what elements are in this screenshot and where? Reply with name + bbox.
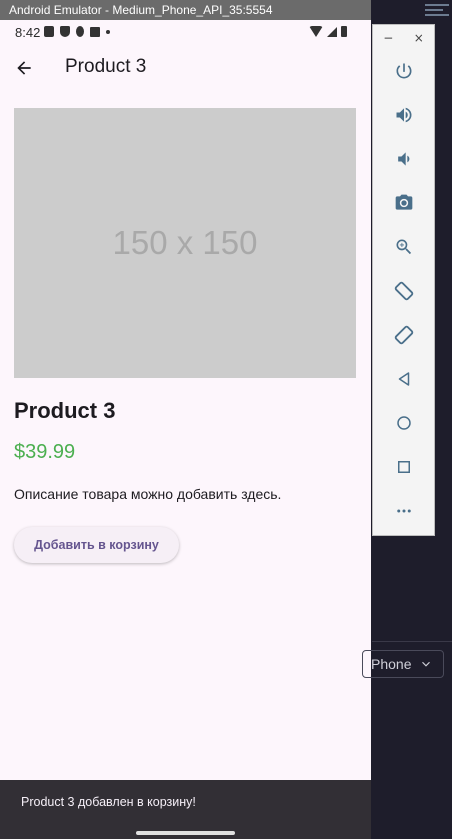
status-time: 8:42 xyxy=(15,25,41,40)
rotate-right-icon xyxy=(394,325,414,345)
back-nav-icon xyxy=(398,372,410,386)
volume-up-button[interactable] xyxy=(388,101,420,129)
volume-down-icon xyxy=(398,152,410,166)
power-button[interactable] xyxy=(388,57,420,85)
overview-nav-icon xyxy=(398,461,410,473)
product-description: Описание товара можно добавить здесь. xyxy=(14,486,282,502)
rotate-left-button[interactable] xyxy=(388,277,420,305)
device-select-value: Phone xyxy=(371,656,412,672)
ide-divider xyxy=(372,641,452,642)
screenshot-button[interactable] xyxy=(388,189,420,217)
rotate-right-button[interactable] xyxy=(388,321,420,349)
status-bar: 8:42 xyxy=(0,20,371,44)
device-select[interactable]: Phone xyxy=(362,650,444,678)
emulator-title-bar: Android Emulator - Medium_Phone_API_35:5… xyxy=(0,0,371,20)
app-bar: Product 3 xyxy=(0,46,371,90)
zoom-button[interactable] xyxy=(388,233,420,261)
volume-down-button[interactable] xyxy=(388,145,420,173)
more-notifications-icon xyxy=(106,29,110,34)
ide-code-fragment xyxy=(425,4,452,19)
back-nav-button[interactable] xyxy=(388,365,420,393)
snackbar-message: Product 3 добавлен в корзину! xyxy=(21,795,196,809)
camera-icon xyxy=(395,194,413,210)
more-button[interactable] xyxy=(388,497,420,525)
more-icon xyxy=(397,509,411,513)
navigation-bar xyxy=(0,828,371,839)
page-title: Product 3 xyxy=(65,56,147,77)
snackbar: Product 3 добавлен в корзину! xyxy=(0,780,371,828)
back-button[interactable] xyxy=(10,54,38,82)
window-title: Android Emulator - Medium_Phone_API_35:5… xyxy=(9,3,273,17)
add-to-cart-button[interactable]: Добавить в корзину xyxy=(14,527,179,563)
image-placeholder-text: 150 x 150 xyxy=(112,224,258,261)
emulator-toolbar: − × xyxy=(372,24,435,536)
home-nav-button[interactable] xyxy=(388,409,420,437)
notification-icon xyxy=(44,26,54,37)
accessibility-icon xyxy=(76,26,84,37)
shield-icon xyxy=(60,26,70,37)
arrow-back-icon xyxy=(17,61,31,75)
app-icon xyxy=(90,26,100,37)
phone-screen: 8:42 Product 3 150 x 150 Product 3 $39.9… xyxy=(0,20,371,839)
minimize-button[interactable]: − xyxy=(383,31,393,45)
zoom-icon xyxy=(396,239,412,255)
product-name: Product 3 xyxy=(14,398,116,423)
gesture-handle[interactable] xyxy=(136,831,235,835)
close-button[interactable]: × xyxy=(414,31,424,45)
overview-nav-button[interactable] xyxy=(388,453,420,481)
battery-icon xyxy=(341,26,347,37)
power-icon xyxy=(396,63,412,79)
product-image: 150 x 150 xyxy=(14,108,356,378)
home-nav-icon xyxy=(397,416,411,430)
rotate-left-icon xyxy=(394,281,414,301)
product-price: $39.99 xyxy=(14,441,76,463)
chevron-down-icon xyxy=(422,661,431,667)
signal-icon xyxy=(327,26,337,37)
volume-up-icon xyxy=(396,107,412,123)
wifi-icon xyxy=(309,26,323,37)
